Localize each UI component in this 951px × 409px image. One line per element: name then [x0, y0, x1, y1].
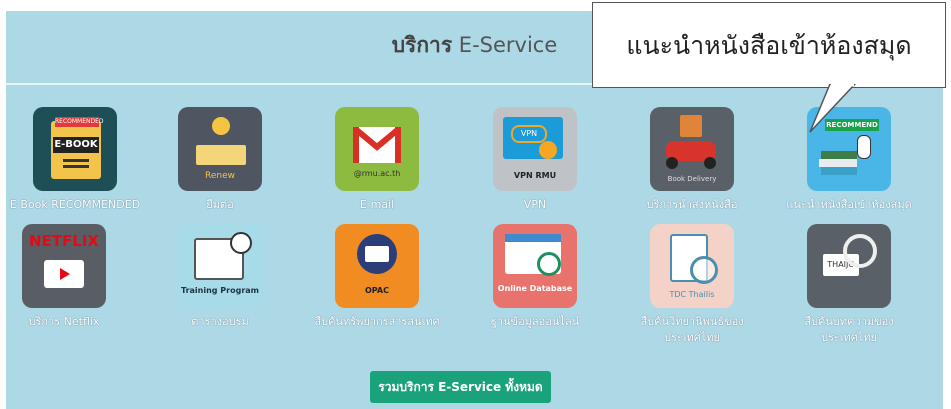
tile-label: สืบค้นทรัพยากรสารสนเทศ: [314, 315, 440, 328]
tile-label: VPN: [523, 198, 547, 211]
training-icon: Training Program: [178, 224, 262, 308]
tile-online-database[interactable]: Online Database ฐานข้อมูลออนไลน์: [455, 224, 615, 344]
tile-label: E-Book RECOMMENDED: [9, 198, 141, 211]
vpn-icon: VPN VPN RMU: [493, 107, 577, 191]
tile-renew[interactable]: Renew ยืมต่อ: [140, 107, 300, 227]
tile-label: E-mail: [359, 198, 395, 211]
renew-icon: Renew: [178, 107, 262, 191]
ebook-icon: RECOMMENDED E-BOOK: [33, 107, 117, 191]
book-delivery-icon: Book Delivery: [650, 107, 734, 191]
tdc-thailis-icon: TDC ThaiIis: [650, 224, 734, 308]
tile-label: ยืมต่อ: [206, 198, 234, 211]
tile-ebook[interactable]: RECOMMENDED E-BOOK E-Book RECOMMENDED: [0, 107, 155, 227]
gmail-icon: @rmu.ac.th: [335, 107, 419, 191]
callout-pointer-icon: [809, 84, 857, 133]
netflix-icon: NETFLIX: [22, 224, 106, 308]
tile-vpn[interactable]: VPN VPN RMU VPN: [455, 107, 615, 227]
tile-training[interactable]: Training Program ตารางอบรม: [140, 224, 300, 344]
all-eservice-button[interactable]: รวมบริการ E-Service ทั้งหมด: [370, 371, 551, 403]
tile-tdc-thailis[interactable]: TDC ThaiIis สืบค้นวิทยานิพนธ์ของ ประเทศไ…: [612, 224, 772, 344]
tile-label: บริการ Netflix: [28, 315, 100, 328]
tile-netflix[interactable]: NETFLIX บริการ Netflix: [0, 224, 144, 344]
tile-label: แนะนำหนังสือเข้าห้องสมุด: [786, 198, 912, 211]
online-database-icon: Online Database: [493, 224, 577, 308]
recommend-callout: แนะนำหนังสือเข้าห้องสมุด: [592, 2, 946, 88]
tile-label: บริการนำส่งหนังสือ: [646, 198, 738, 211]
tile-label: ตารางอบรม: [191, 315, 249, 328]
tile-label: ฐานข้อมูลออนไลน์: [490, 315, 580, 328]
tile-thaijo[interactable]: THAIJO สืบค้นบทความของ ประเทศไทย: [769, 224, 929, 344]
tile-email[interactable]: @rmu.ac.th E-mail: [297, 107, 457, 227]
tile-label: สืบค้นบทความของ ประเทศไทย: [804, 315, 894, 344]
tile-label: สืบค้นวิทยานิพนธ์ของ ประเทศไทย: [640, 315, 744, 344]
opac-icon: OPAC: [335, 224, 419, 308]
tile-opac[interactable]: OPAC สืบค้นทรัพยากรสารสนเทศ: [297, 224, 457, 344]
tile-book-delivery[interactable]: Book Delivery บริการนำส่งหนังสือ: [612, 107, 772, 227]
thaijo-icon: THAIJO: [807, 224, 891, 308]
